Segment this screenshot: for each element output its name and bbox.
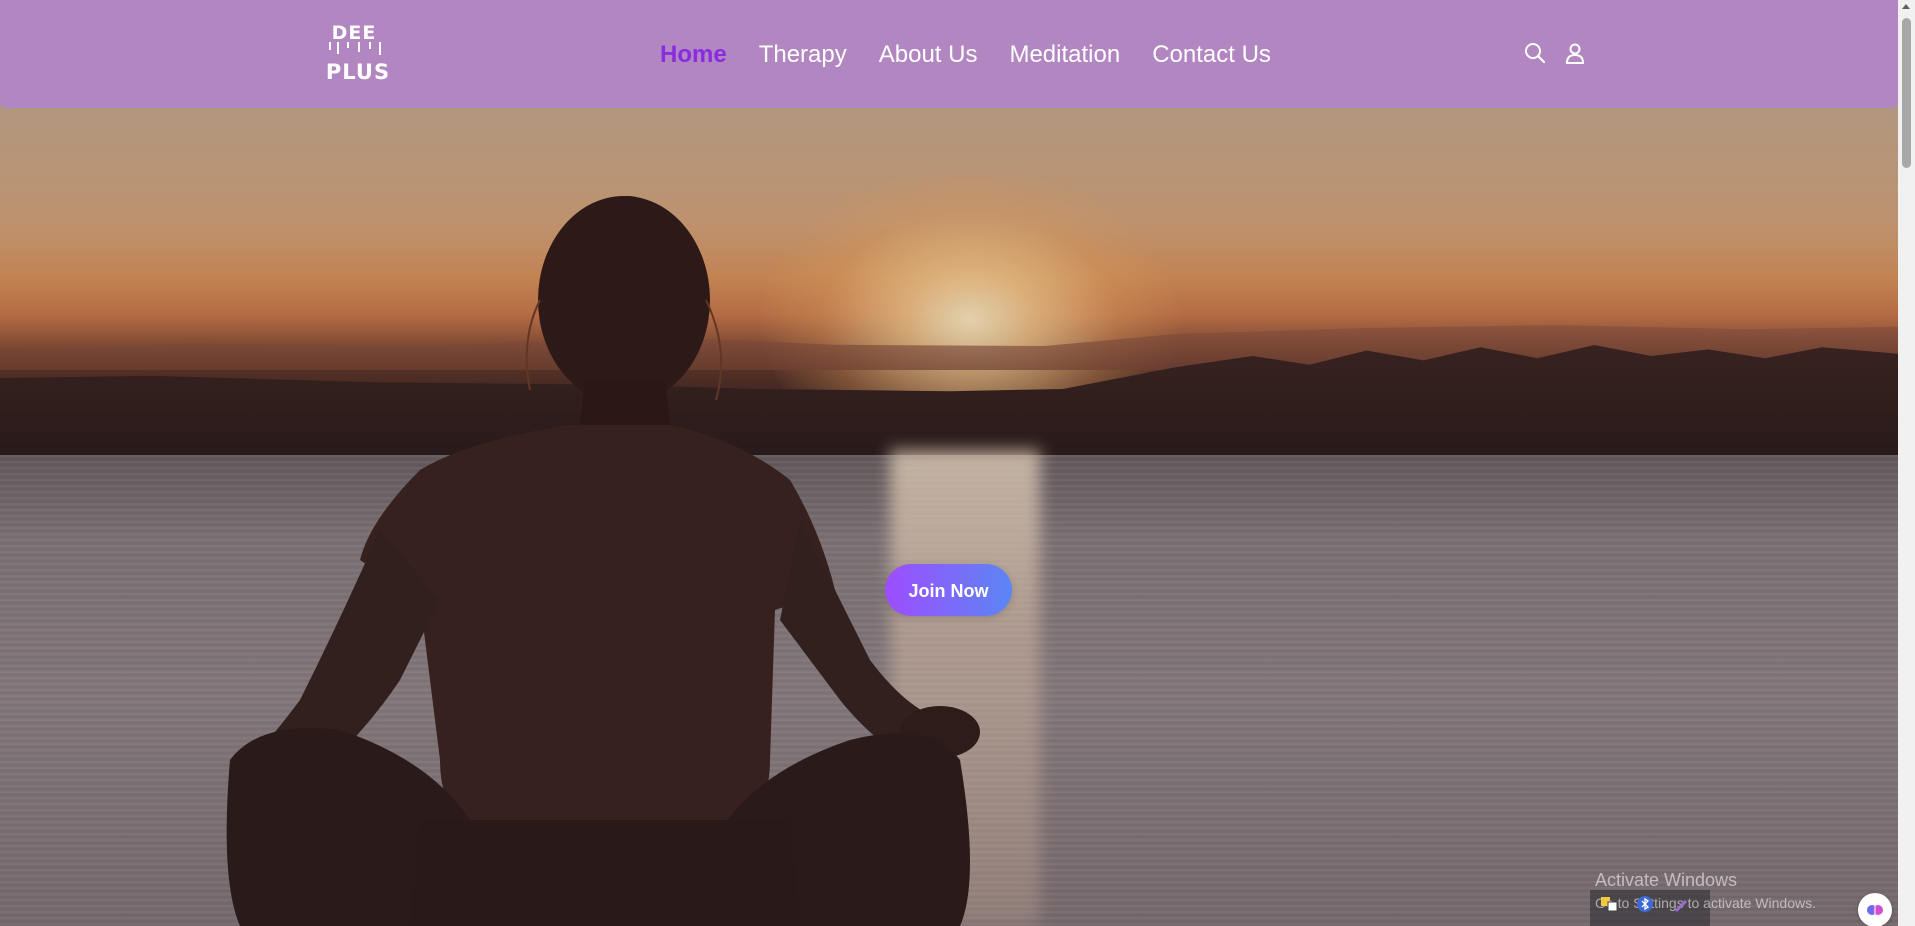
bluetooth-icon[interactable] (1636, 895, 1654, 913)
hero-background (0, 0, 1898, 926)
scroll-up-arrow[interactable] (1902, 4, 1910, 9)
nav-contact-us[interactable]: Contact Us (1152, 38, 1271, 72)
join-now-button[interactable]: Join Now (885, 564, 1012, 616)
nav-therapy[interactable]: Therapy (759, 38, 847, 72)
hero-dim-overlay (0, 0, 1898, 926)
logo-drip-decoration (329, 42, 381, 55)
site-logo[interactable]: DEE PLUS (318, 22, 404, 88)
activate-windows-title: Activate Windows (1595, 870, 1738, 890)
page: DEE PLUS Home Therapy About Us Meditatio… (0, 0, 1915, 926)
page-scrollbar[interactable] (1898, 0, 1915, 926)
floating-widget-button[interactable] (1858, 893, 1892, 926)
search-icon[interactable] (1523, 41, 1547, 65)
translate-icon[interactable] (1600, 895, 1618, 913)
pen-icon[interactable] (1672, 895, 1690, 913)
site-header: DEE PLUS Home Therapy About Us Meditatio… (0, 0, 1898, 108)
main-nav: Home Therapy About Us Meditation Contact… (660, 38, 1303, 72)
tray-icons (1600, 895, 1690, 913)
nav-meditation[interactable]: Meditation (1009, 38, 1120, 72)
logo-text-bottom: PLUS (325, 60, 391, 84)
logo-text-top: DEE (331, 22, 377, 44)
scrollbar-thumb[interactable] (1902, 18, 1911, 168)
user-icon[interactable] (1563, 41, 1587, 65)
brain-icon (1867, 905, 1883, 915)
header-icons (1523, 41, 1587, 65)
nav-home[interactable]: Home (660, 38, 727, 72)
nav-about-us[interactable]: About Us (879, 38, 978, 72)
